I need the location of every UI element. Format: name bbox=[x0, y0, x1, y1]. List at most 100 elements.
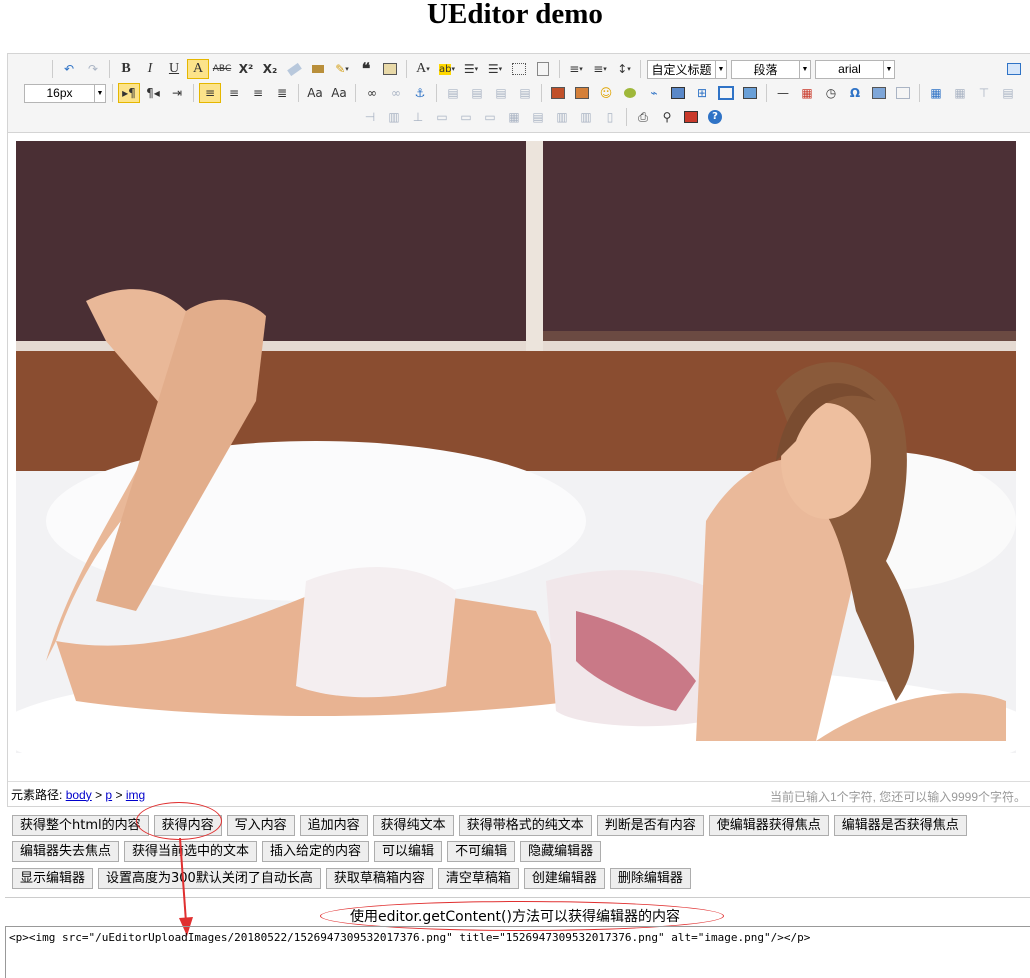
insert-row-icon[interactable]: ▤ bbox=[997, 83, 1019, 103]
background-color-icon[interactable]: ab ▾ bbox=[436, 59, 458, 79]
split-cells-icon[interactable]: ▦ bbox=[503, 107, 525, 127]
line-height-icon[interactable]: ↕ ▾ bbox=[613, 59, 635, 79]
path-link-p[interactable]: p bbox=[105, 788, 112, 802]
superscript-icon[interactable]: X² bbox=[235, 59, 257, 79]
path-link-body[interactable]: body bbox=[66, 788, 92, 802]
image-left-icon[interactable]: ▤ bbox=[466, 83, 488, 103]
insert-table-icon[interactable]: ▦ bbox=[925, 83, 947, 103]
word-image-icon[interactable] bbox=[892, 83, 914, 103]
horizontal-rule-icon[interactable]: — bbox=[772, 83, 794, 103]
set-disabled-button[interactable]: 不可编辑 bbox=[447, 841, 516, 862]
image-right-icon[interactable]: ▤ bbox=[490, 83, 512, 103]
merge-cells-icon[interactable]: ▭ bbox=[431, 107, 453, 127]
touppercase-icon[interactable]: Aa bbox=[304, 83, 326, 103]
create-editor-button[interactable]: 创建编辑器 bbox=[523, 868, 605, 889]
font-size-select[interactable]: 16px ▼ bbox=[24, 83, 106, 103]
row-spacing-top-icon[interactable]: ≡ ▾ bbox=[565, 59, 587, 79]
delete-row-icon[interactable]: ⊣ bbox=[359, 107, 381, 127]
blockquote-icon[interactable]: ❝ bbox=[355, 59, 377, 79]
split-cols-icon[interactable]: ▥ bbox=[551, 107, 573, 127]
auto-format-icon[interactable]: ✎ ▾ bbox=[331, 59, 353, 79]
draft-icon[interactable] bbox=[680, 107, 702, 127]
template-icon[interactable]: ▯ bbox=[599, 107, 621, 127]
clear-doc-icon[interactable] bbox=[532, 59, 554, 79]
unordered-list-icon[interactable]: ☰ ▾ bbox=[484, 59, 506, 79]
unlink-icon[interactable]: ∞ bbox=[385, 83, 407, 103]
align-left-icon[interactable]: ≡ bbox=[199, 83, 221, 103]
get-formatted-text-button[interactable]: 获得带格式的纯文本 bbox=[458, 815, 592, 836]
editor-content-image[interactable] bbox=[16, 141, 1016, 753]
italic-icon[interactable]: I bbox=[139, 59, 161, 79]
select-all-icon[interactable] bbox=[508, 59, 530, 79]
image-center-icon[interactable]: ▤ bbox=[514, 83, 536, 103]
heading-select[interactable]: 自定义标题 ▼ bbox=[647, 59, 727, 79]
chart-icon[interactable]: ▥ bbox=[575, 107, 597, 127]
insert-col-icon[interactable]: ▥ bbox=[383, 107, 405, 127]
blur-button[interactable]: 编辑器失去焦点 bbox=[12, 841, 120, 862]
delete-editor-button[interactable]: 删除编辑器 bbox=[609, 868, 691, 889]
tolowercase-icon[interactable]: Aa bbox=[328, 83, 350, 103]
undo-icon[interactable]: ↶ bbox=[58, 59, 80, 79]
show-editor-button[interactable]: 显示编辑器 bbox=[12, 868, 94, 889]
bold-icon[interactable]: B bbox=[115, 59, 137, 79]
merge-right-icon[interactable]: ▭ bbox=[455, 107, 477, 127]
insert-code-icon[interactable] bbox=[739, 83, 761, 103]
align-justify-icon[interactable]: ≣ bbox=[271, 83, 293, 103]
search-replace-icon[interactable]: ⚲ bbox=[656, 107, 678, 127]
ltr-icon[interactable]: ▸¶ bbox=[118, 83, 140, 103]
insert-video-icon[interactable] bbox=[667, 83, 689, 103]
rtl-icon[interactable]: ¶◂ bbox=[142, 83, 164, 103]
row-spacing-bottom-icon[interactable]: ≡ ▾ bbox=[589, 59, 611, 79]
delete-table-icon[interactable]: ▦ bbox=[949, 83, 971, 103]
insert-html-button[interactable]: 插入给定的内容 bbox=[262, 841, 370, 862]
format-brush-icon[interactable] bbox=[307, 59, 329, 79]
clear-draft-button[interactable]: 清空草稿箱 bbox=[437, 868, 519, 889]
emotion-icon[interactable]: ☺ bbox=[595, 83, 617, 103]
split-rows-icon[interactable]: ▤ bbox=[527, 107, 549, 127]
subscript-icon[interactable]: X₂ bbox=[259, 59, 281, 79]
append-content-button[interactable]: 追加内容 bbox=[299, 815, 368, 836]
anchor-icon[interactable]: ⚓ bbox=[409, 83, 431, 103]
get-plain-text-button[interactable]: 获得纯文本 bbox=[372, 815, 454, 836]
set-focus-button[interactable]: 使编辑器获得焦点 bbox=[708, 815, 829, 836]
delete-col-icon[interactable]: ⊥ bbox=[407, 107, 429, 127]
date-icon[interactable]: ▦ bbox=[796, 83, 818, 103]
get-all-html-button[interactable]: 获得整个html的内容 bbox=[12, 815, 149, 836]
scrawl-icon[interactable] bbox=[619, 83, 641, 103]
font-family-select[interactable]: arial ▼ bbox=[815, 59, 895, 79]
eraser-icon[interactable] bbox=[283, 59, 305, 79]
get-draft-button[interactable]: 获取草稿箱内容 bbox=[325, 868, 433, 889]
snap-screen-icon[interactable] bbox=[868, 83, 890, 103]
font-color-icon[interactable]: A ▾ bbox=[412, 59, 434, 79]
map-icon[interactable]: ⊞ bbox=[691, 83, 713, 103]
set-content-button[interactable]: 写入内容 bbox=[226, 815, 295, 836]
align-right-icon[interactable]: ≡ bbox=[247, 83, 269, 103]
underline-icon[interactable]: U bbox=[163, 59, 185, 79]
redo-icon[interactable]: ↷ bbox=[82, 59, 104, 79]
insert-image-icon[interactable] bbox=[571, 83, 593, 103]
set-enabled-button[interactable]: 可以编辑 bbox=[374, 841, 443, 862]
link-icon[interactable]: ∞ bbox=[361, 83, 383, 103]
simple-upload-icon[interactable] bbox=[547, 83, 569, 103]
paragraph-select[interactable]: 段落 ▼ bbox=[731, 59, 811, 79]
ordered-list-icon[interactable]: ☰ ▾ bbox=[460, 59, 482, 79]
path-link-img[interactable]: img bbox=[126, 788, 145, 802]
print-icon[interactable]: ⎙ bbox=[632, 107, 654, 127]
merge-down-icon[interactable]: ▭ bbox=[479, 107, 501, 127]
has-content-button[interactable]: 判断是否有内容 bbox=[596, 815, 704, 836]
insert-paragraph-before-table-icon[interactable]: ⊤ bbox=[973, 83, 995, 103]
is-focus-button[interactable]: 编辑器是否获得焦点 bbox=[833, 815, 967, 836]
set-height-button[interactable]: 设置高度为300默认关闭了自动长高 bbox=[98, 868, 321, 889]
font-border-icon[interactable]: A bbox=[187, 59, 209, 79]
image-none-icon[interactable]: ▤ bbox=[442, 83, 464, 103]
strikethrough-icon[interactable]: ABC bbox=[211, 59, 233, 79]
insert-frame-icon[interactable] bbox=[715, 83, 737, 103]
hide-editor-button[interactable]: 隐藏编辑器 bbox=[520, 841, 602, 862]
attachment-icon[interactable]: ⌁ bbox=[643, 83, 665, 103]
time-icon[interactable]: ◷ bbox=[820, 83, 842, 103]
fullscreen-icon[interactable] bbox=[1003, 59, 1025, 79]
special-chars-icon[interactable]: Ω bbox=[844, 83, 866, 103]
help-icon[interactable]: ? bbox=[704, 107, 726, 127]
align-center-icon[interactable]: ≡ bbox=[223, 83, 245, 103]
indent-icon[interactable]: ⇥ bbox=[166, 83, 188, 103]
